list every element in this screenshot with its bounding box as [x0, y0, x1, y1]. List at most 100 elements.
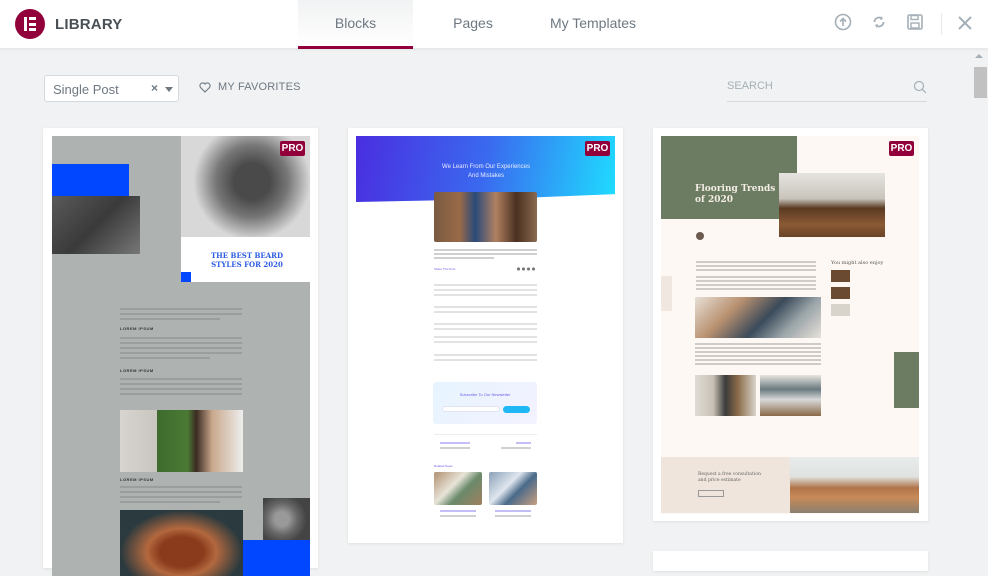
search-icon[interactable] [913, 80, 927, 94]
preview-section-heading: LOREM IPSUM [120, 326, 154, 331]
preview-text-line [434, 359, 537, 361]
template-card[interactable]: THE BEST BEARD STYLES FOR 2020 LOREM IPS… [43, 128, 318, 576]
preview-newsletter-input [442, 406, 500, 412]
preview-text-line [120, 393, 242, 395]
preview-green-accent [894, 352, 919, 408]
preview-text-line [695, 347, 821, 349]
preview-text-line [120, 352, 242, 354]
preview-text-line [120, 378, 242, 380]
preview-author-avatar [696, 232, 704, 240]
preview-text-line [434, 354, 537, 356]
template-card[interactable]: Flooring Trends of 2020 You might also e… [653, 128, 928, 521]
save-icon[interactable] [906, 13, 924, 31]
preview-text-line [695, 351, 821, 353]
pro-badge: PRO [889, 141, 914, 156]
preview-text-line [120, 357, 210, 359]
preview-section-heading: LOREM IPSUM [120, 368, 154, 373]
preview-dining-photo [695, 375, 756, 416]
preview-text-line [495, 515, 531, 517]
preview-text-line [120, 318, 220, 320]
template-preview: We Learn From Our Experiences And Mistak… [356, 136, 615, 536]
my-favorites-filter[interactable]: MY FAVORITES [199, 81, 301, 93]
preview-nav-divider [434, 434, 537, 435]
preview-side-photo [263, 498, 310, 540]
preview-cta-button [698, 490, 724, 497]
tab-blocks[interactable]: Blocks [298, 0, 413, 49]
preview-text-line [495, 510, 531, 512]
template-preview: THE BEST BEARD STYLES FOR 2020 LOREM IPS… [52, 136, 310, 576]
scroll-up-arrow[interactable] [975, 54, 983, 58]
preview-text-line [696, 261, 816, 263]
preview-text-line [434, 249, 537, 251]
preview-text-line [120, 308, 242, 310]
preview-text-line [696, 284, 816, 286]
preview-text-line [120, 313, 242, 315]
preview-text-line [434, 306, 537, 308]
elementor-logo-icon [15, 9, 45, 39]
preview-text-line [120, 496, 242, 498]
preview-text-line [434, 289, 537, 291]
preview-text-line [434, 257, 494, 259]
preview-text-line [434, 328, 537, 330]
preview-blue-square [181, 272, 191, 282]
category-select[interactable]: Single Post × [44, 75, 179, 102]
close-icon[interactable] [957, 15, 973, 31]
preview-newsletter-button [503, 406, 530, 413]
preview-text-line [696, 269, 816, 271]
preview-newsletter-box [433, 382, 537, 424]
preview-sidebar-thumb [831, 304, 850, 316]
upload-icon[interactable] [834, 13, 852, 31]
preview-text-line [696, 280, 816, 282]
preview-side-tab [661, 276, 672, 311]
preview-cta-band [661, 457, 790, 513]
chevron-down-icon[interactable] [165, 87, 173, 92]
tab-pages[interactable]: Pages [413, 0, 533, 49]
library-header: LIBRARY Blocks Pages My Templates [0, 0, 988, 49]
preview-green-hero [661, 136, 797, 219]
pro-badge: PRO [585, 141, 610, 156]
my-favorites-label: MY FAVORITES [218, 81, 301, 93]
preview-text-line [120, 342, 242, 344]
preview-text-line [434, 336, 537, 338]
preview-headline: Flooring Trends of 2020 [695, 184, 776, 205]
preview-hero-photo [434, 192, 537, 242]
search-input[interactable] [727, 80, 907, 92]
preview-blue-box [52, 164, 129, 196]
category-select-value: Single Post [53, 82, 119, 97]
preview-text-line [440, 442, 470, 444]
preview-text-line [516, 442, 531, 444]
sync-icon[interactable] [870, 13, 888, 31]
preview-text-line [440, 447, 470, 449]
preview-share-label: Share This Post [434, 267, 456, 271]
preview-livingroom-photo [695, 297, 821, 338]
preview-text-line [120, 486, 242, 488]
scrollbar-thumb[interactable] [974, 67, 987, 98]
preview-text-line [695, 355, 821, 357]
preview-text-line [120, 347, 242, 349]
preview-text-line [440, 510, 476, 512]
tab-my-templates[interactable]: My Templates [533, 0, 653, 49]
search-box [727, 75, 927, 102]
library-tabs: Blocks Pages My Templates [298, 0, 653, 49]
preview-sidebar-title: You might also enjoy [831, 260, 884, 266]
preview-text-line [434, 284, 537, 286]
preview-text-line [440, 515, 476, 517]
preview-related-photo [489, 472, 537, 505]
preview-text-line [434, 311, 537, 313]
preview-section-heading: LOREM IPSUM [120, 477, 154, 482]
pro-badge: PRO [280, 141, 305, 156]
preview-text-line [120, 501, 220, 503]
preview-text-line [120, 383, 242, 385]
preview-text-line [434, 341, 537, 343]
preview-sidebar-thumb [831, 287, 850, 299]
template-card[interactable]: We Learn From Our Experiences And Mistak… [348, 128, 623, 543]
preview-text-line [695, 363, 821, 365]
preview-text-line [434, 253, 537, 255]
preview-text-line [696, 265, 816, 267]
clear-selection-icon[interactable]: × [151, 81, 158, 95]
scrollbar[interactable] [972, 49, 988, 557]
header-divider [941, 13, 942, 35]
template-preview: Flooring Trends of 2020 You might also e… [661, 136, 919, 514]
template-card[interactable] [653, 551, 928, 571]
library-title: LIBRARY [55, 16, 123, 33]
